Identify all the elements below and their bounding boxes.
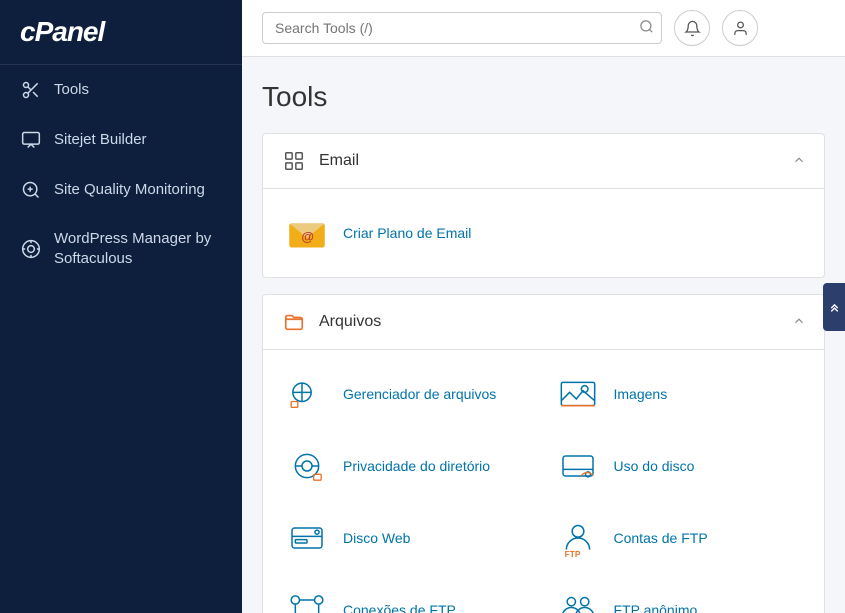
scroll-tab[interactable] bbox=[823, 283, 845, 331]
page-title: Tools bbox=[262, 81, 825, 113]
arquivos-section-icon bbox=[281, 309, 307, 335]
contas-ftp-link[interactable]: Contas de FTP bbox=[614, 530, 708, 546]
ftp-anonimo-link[interactable]: FTP anônimo bbox=[614, 602, 698, 613]
search-quality-icon bbox=[20, 179, 42, 201]
email-items: @ Criar Plano de Email bbox=[263, 189, 824, 277]
search-box bbox=[262, 12, 662, 44]
email-section-icon bbox=[281, 148, 307, 174]
arquivos-section: Arquivos bbox=[262, 294, 825, 613]
arquivos-collapse-icon bbox=[792, 314, 806, 331]
privacy-icon bbox=[285, 444, 329, 488]
scissors-icon bbox=[20, 79, 42, 101]
imagens-item[interactable]: Imagens bbox=[544, 358, 815, 430]
images-icon bbox=[556, 372, 600, 416]
email-section: Email @ bbox=[262, 133, 825, 278]
disk-icon bbox=[285, 516, 329, 560]
main-content: Tools Email bbox=[242, 0, 845, 613]
email-section-label: Email bbox=[319, 152, 359, 170]
disco-web-link[interactable]: Disco Web bbox=[343, 530, 410, 546]
email-section-header[interactable]: Email bbox=[263, 134, 824, 189]
uso-disco-item[interactable]: Uso do disco bbox=[544, 430, 815, 502]
sidebar-item-tools[interactable]: Tools bbox=[0, 65, 242, 115]
sidebar: cPanel Tools Sitejet Builder Site Qualit… bbox=[0, 0, 242, 613]
arquivos-section-header[interactable]: Arquivos bbox=[263, 295, 824, 350]
ftp-accounts-icon: FTP bbox=[556, 516, 600, 560]
ftp-anon-icon: FTP bbox=[556, 588, 600, 613]
arquivos-items: Gerenciador de arquivos Imagens bbox=[263, 350, 824, 613]
criar-plano-item[interactable]: @ Criar Plano de Email bbox=[273, 197, 544, 269]
disk-usage-icon bbox=[556, 444, 600, 488]
ftp-anonimo-item[interactable]: FTP FTP anônimo bbox=[544, 574, 815, 613]
gerenciador-item[interactable]: Gerenciador de arquivos bbox=[273, 358, 544, 430]
contas-ftp-item[interactable]: FTP Contas de FTP bbox=[544, 502, 815, 574]
monitor-icon bbox=[20, 129, 42, 151]
arquivos-section-label: Arquivos bbox=[319, 313, 381, 331]
uso-disco-link[interactable]: Uso do disco bbox=[614, 458, 695, 474]
conexoes-ftp-item[interactable]: FTP Conexões de FTP bbox=[273, 574, 544, 613]
content-area: Tools Email bbox=[242, 57, 845, 613]
header bbox=[242, 0, 845, 57]
sidebar-item-sitejet-label: Sitejet Builder bbox=[54, 130, 147, 150]
search-input[interactable] bbox=[262, 12, 662, 44]
conexoes-ftp-link[interactable]: Conexões de FTP bbox=[343, 602, 456, 613]
notification-button[interactable] bbox=[674, 10, 710, 46]
imagens-link[interactable]: Imagens bbox=[614, 386, 668, 402]
criar-plano-link[interactable]: Criar Plano de Email bbox=[343, 225, 471, 241]
privacidade-item[interactable]: Privacidade do diretório bbox=[273, 430, 544, 502]
ftp-connections-icon: FTP bbox=[285, 588, 329, 613]
svg-text:@: @ bbox=[301, 229, 314, 244]
disco-web-item[interactable]: Disco Web bbox=[273, 502, 544, 574]
sidebar-item-sitequality-label: Site Quality Monitoring bbox=[54, 180, 205, 200]
gerenciador-link[interactable]: Gerenciador de arquivos bbox=[343, 386, 496, 402]
sidebar-logo[interactable]: cPanel bbox=[0, 0, 242, 65]
sidebar-item-sitejet[interactable]: Sitejet Builder bbox=[0, 115, 242, 165]
email-collapse-icon bbox=[792, 153, 806, 170]
user-menu-button[interactable] bbox=[722, 10, 758, 46]
wordpress-icon bbox=[20, 238, 42, 260]
sidebar-item-tools-label: Tools bbox=[54, 80, 89, 100]
email-envelope-icon: @ bbox=[285, 211, 329, 255]
svg-text:FTP: FTP bbox=[564, 549, 580, 558]
sidebar-item-sitequality[interactable]: Site Quality Monitoring bbox=[0, 165, 242, 215]
sidebar-item-wordpress[interactable]: WordPress Manager by Softaculous bbox=[0, 215, 242, 282]
sidebar-item-wordpress-label: WordPress Manager by Softaculous bbox=[54, 229, 222, 268]
search-submit-button[interactable] bbox=[639, 19, 654, 38]
file-manager-icon bbox=[285, 372, 329, 416]
privacidade-link[interactable]: Privacidade do diretório bbox=[343, 458, 490, 474]
